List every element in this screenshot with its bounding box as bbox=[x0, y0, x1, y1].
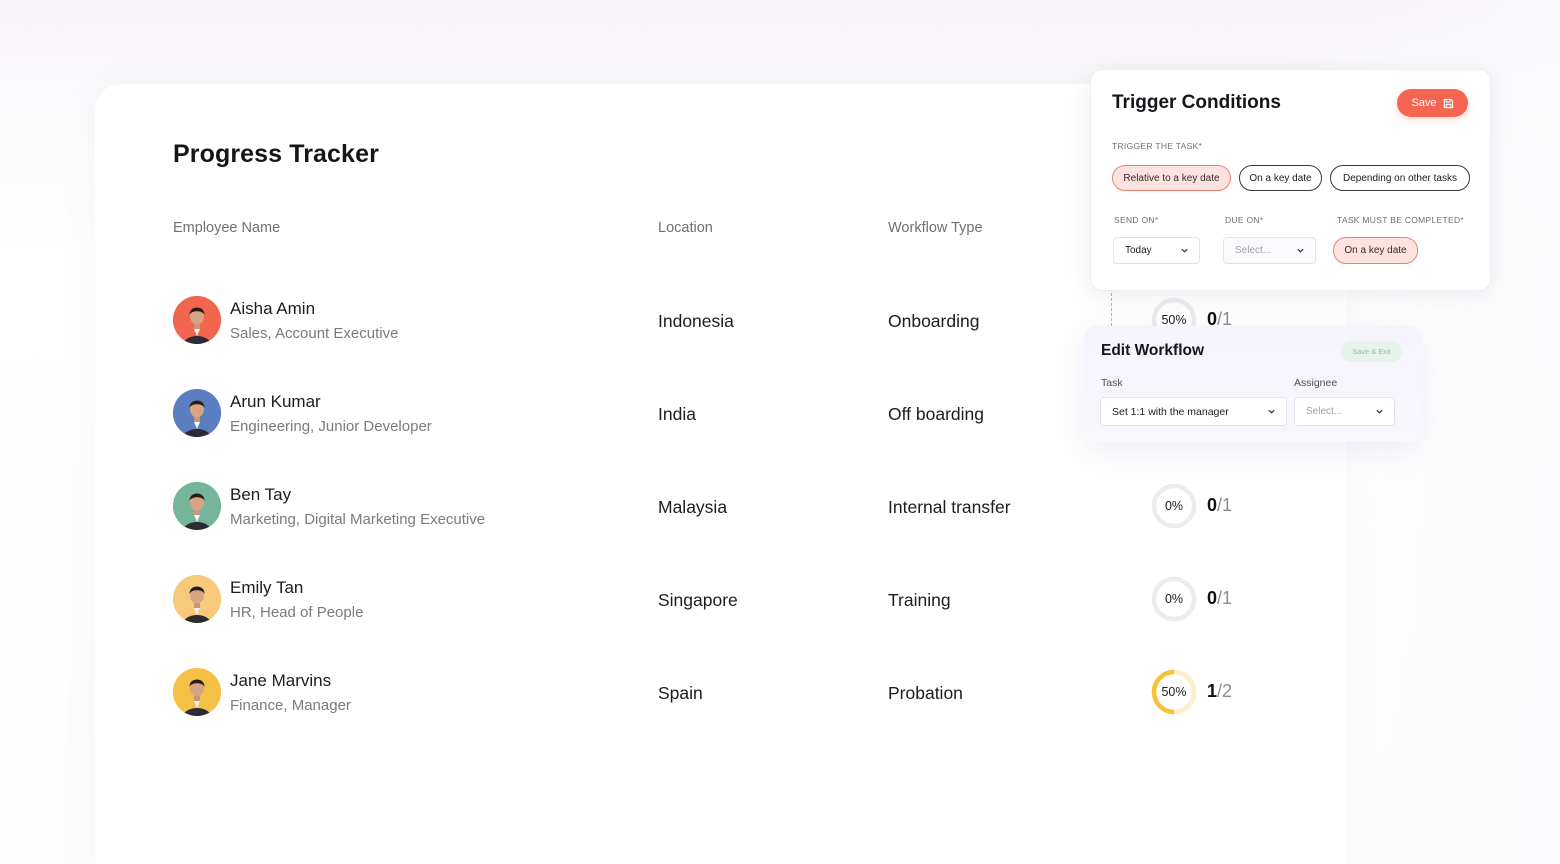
workflow-type-cell: Off boarding bbox=[888, 404, 984, 424]
task-count: 1/2 bbox=[1207, 681, 1233, 701]
task-count: 0/1 bbox=[1207, 495, 1233, 515]
progress-percent: 0% bbox=[1164, 499, 1184, 513]
task-select[interactable]: Set 1:1 with the manager bbox=[1100, 397, 1287, 426]
progress-percent: 0% bbox=[1164, 592, 1184, 606]
employee-name[interactable]: Ben Tay bbox=[230, 485, 291, 505]
workflow-type-cell: Probation bbox=[888, 683, 963, 703]
task-total-count: 1 bbox=[1222, 495, 1233, 515]
due-on-placeholder: Select... bbox=[1235, 245, 1272, 256]
send-on-value: Today bbox=[1125, 245, 1152, 256]
trigger-conditions-title: Trigger Conditions bbox=[1112, 92, 1281, 113]
send-on-select[interactable]: Today bbox=[1113, 237, 1200, 264]
workflow-type-cell: Training bbox=[888, 590, 951, 610]
chevron-down-icon bbox=[1297, 248, 1304, 253]
avatar bbox=[173, 296, 221, 344]
due-on-select[interactable]: Select... bbox=[1223, 237, 1316, 264]
employee-role: HR, Head of People bbox=[230, 604, 364, 621]
assignee-label: Assignee bbox=[1294, 377, 1338, 389]
task-done-count: 0 bbox=[1207, 495, 1218, 515]
task-total-count: 2 bbox=[1222, 681, 1233, 701]
floppy-disk-icon bbox=[1443, 98, 1453, 108]
person-icon bbox=[173, 296, 221, 344]
employee-role: Sales, Account Executive bbox=[230, 325, 399, 342]
person-icon bbox=[173, 389, 221, 437]
progress-ring: 0% bbox=[1150, 575, 1198, 623]
option-depending-on-other-tasks[interactable]: Depending on other tasks bbox=[1330, 165, 1470, 191]
save-exit-button[interactable]: Save & Exit bbox=[1341, 341, 1402, 362]
task-done-count: 1 bbox=[1207, 681, 1218, 701]
location-cell: Indonesia bbox=[658, 311, 734, 331]
employee-name[interactable]: Jane Marvins bbox=[230, 671, 331, 691]
task-completed-label: TASK MUST BE COMPLETED* bbox=[1337, 215, 1465, 225]
option-relative-to-key-date[interactable]: Relative to a key date bbox=[1112, 165, 1231, 191]
person-icon bbox=[173, 482, 221, 530]
edit-workflow-panel: Edit Workflow Save & Exit Task Assignee … bbox=[1084, 326, 1421, 442]
location-cell: Singapore bbox=[658, 590, 738, 610]
option-on-key-date[interactable]: On a key date bbox=[1239, 165, 1322, 191]
assignee-placeholder: Select... bbox=[1306, 406, 1343, 417]
task-completed-option[interactable]: On a key date bbox=[1333, 237, 1418, 264]
column-header-location[interactable]: Location bbox=[658, 220, 713, 236]
employee-name[interactable]: Emily Tan bbox=[230, 578, 303, 598]
assignee-select[interactable]: Select... bbox=[1294, 397, 1395, 426]
task-total-count: 1 bbox=[1222, 588, 1233, 608]
employee-name[interactable]: Aisha Amin bbox=[230, 299, 315, 319]
avatar bbox=[173, 668, 221, 716]
chevron-down-icon bbox=[1376, 409, 1383, 414]
location-cell: Malaysia bbox=[658, 497, 728, 517]
column-header-employee[interactable]: Employee Name bbox=[173, 220, 280, 236]
page-title: Progress Tracker bbox=[173, 140, 379, 168]
task-value: Set 1:1 with the manager bbox=[1112, 405, 1229, 418]
employee-role: Marketing, Digital Marketing Executive bbox=[230, 511, 486, 528]
progress-percent: 50% bbox=[1161, 685, 1187, 699]
edit-workflow-title: Edit Workflow bbox=[1101, 342, 1205, 359]
progress-ring: 50% bbox=[1150, 668, 1198, 716]
location-cell: India bbox=[658, 404, 696, 424]
employee-role: Engineering, Junior Developer bbox=[230, 418, 432, 435]
person-icon bbox=[173, 668, 221, 716]
save-button-label: Save bbox=[1411, 97, 1437, 109]
connector-line bbox=[1111, 293, 1112, 326]
person-icon bbox=[173, 575, 221, 623]
workflow-type-cell: Internal transfer bbox=[888, 497, 1011, 517]
save-button[interactable]: Save bbox=[1397, 89, 1468, 117]
due-on-label: DUE ON* bbox=[1225, 215, 1264, 225]
column-header-workflow[interactable]: Workflow Type bbox=[888, 220, 983, 236]
employee-name[interactable]: Arun Kumar bbox=[230, 392, 321, 412]
progress-ring: 0% bbox=[1150, 482, 1198, 530]
avatar bbox=[173, 575, 221, 623]
task-label: Task bbox=[1101, 377, 1123, 389]
task-done-count: 0 bbox=[1207, 588, 1218, 608]
avatar bbox=[173, 389, 221, 437]
chevron-down-icon bbox=[1181, 248, 1188, 253]
trigger-task-label: TRIGGER THE TASK* bbox=[1112, 141, 1203, 151]
employee-role: Finance, Manager bbox=[230, 697, 351, 714]
send-on-label: SEND ON* bbox=[1114, 215, 1159, 225]
trigger-conditions-panel: Trigger Conditions Save TRIGGER THE TASK… bbox=[1090, 69, 1491, 291]
location-cell: Spain bbox=[658, 683, 703, 703]
workflow-type-cell: Onboarding bbox=[888, 311, 980, 331]
task-count: 0/1 bbox=[1207, 588, 1233, 608]
avatar bbox=[173, 482, 221, 530]
chevron-down-icon bbox=[1268, 409, 1275, 414]
